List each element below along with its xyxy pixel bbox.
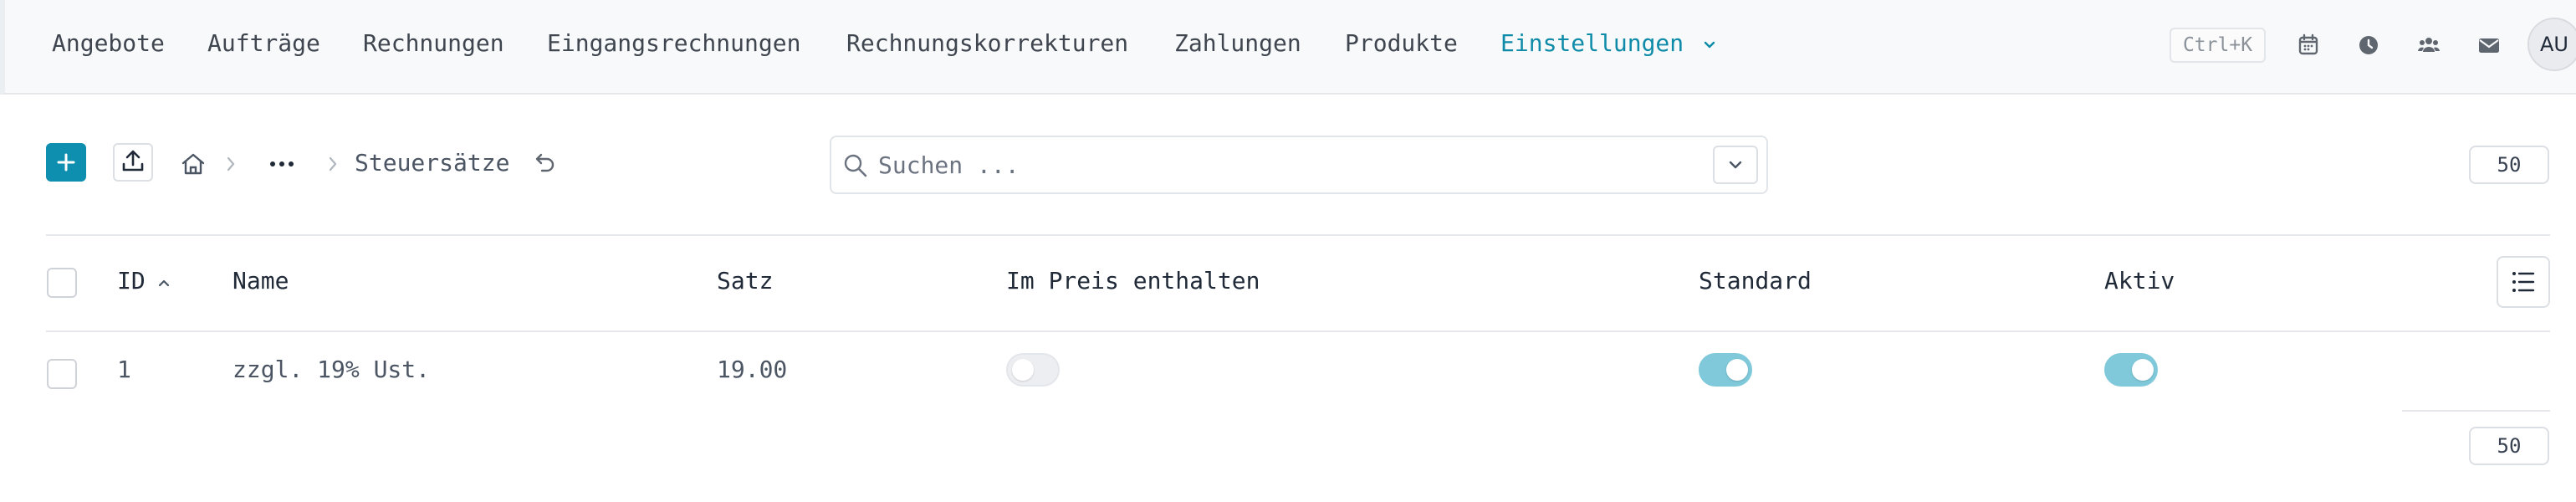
home-icon[interactable] [179,151,207,177]
toggle-im-preis-enthalten[interactable] [1006,353,1060,387]
column-header-satz[interactable]: Satz [717,266,773,296]
toggle-knob [2132,359,2154,381]
upload-icon [122,150,144,172]
user-avatar[interactable]: AU [2527,18,2576,71]
column-settings-button[interactable] [2497,256,2550,308]
chevron-down-icon [1729,161,1742,169]
calendar-icon[interactable] [2295,32,2322,59]
column-header-name[interactable]: Name [233,266,289,296]
add-button[interactable] [46,143,86,182]
divider [2402,410,2550,412]
clock-icon[interactable] [2355,32,2382,59]
toggle-standard[interactable] [1699,353,1752,387]
select-all-checkbox[interactable] [47,268,77,298]
footer-page-size-select[interactable]: 50 [2469,427,2549,465]
nav-item-zahlungen[interactable]: Zahlungen [1174,27,1301,60]
row-checkbox[interactable] [47,359,77,389]
nav-item-einstellungen[interactable]: Einstellungen [1500,27,1684,60]
mail-icon[interactable] [2476,32,2502,59]
nav-item-eingangsrechnungen[interactable]: Eingangsrechnungen [547,27,800,60]
divider [46,330,2550,332]
column-header-aktiv[interactable]: Aktiv [2104,266,2175,296]
cell-id: 1 [117,356,131,383]
list-icon [2512,272,2535,292]
chevron-right-icon [329,156,337,172]
ellipsis-icon[interactable] [266,154,298,174]
users-icon[interactable] [2415,32,2442,59]
toggle-knob [1726,359,1748,381]
plus-icon [57,153,75,172]
nav-item-produkte[interactable]: Produkte [1345,27,1458,60]
command-palette-shortcut[interactable]: Ctrl+K [2170,28,2266,63]
column-header-id[interactable]: ID [117,266,146,296]
upload-button[interactable] [113,143,153,182]
cell-satz: 19.00 [717,356,788,383]
search-input[interactable] [878,149,1681,181]
toggle-aktiv[interactable] [2104,353,2158,387]
page-size-select[interactable]: 50 [2469,146,2549,184]
column-header-im-preis-enthalten[interactable]: Im Preis enthalten [1006,266,1260,296]
column-header-standard[interactable]: Standard [1699,266,1812,296]
search-icon [844,154,867,177]
undo-icon[interactable] [530,149,559,177]
toggle-knob [1012,359,1034,381]
chevron-down-icon[interactable] [1701,37,1718,54]
search-options-dropdown[interactable] [1713,146,1758,184]
top-navigation: Angebote Aufträge Rechnungen Eingangsrec… [0,0,2576,95]
nav-item-rechnungskorrekturen[interactable]: Rechnungskorrekturen [846,27,1128,60]
breadcrumb-current: Steuersätze [355,149,510,177]
nav-item-auftraege[interactable]: Aufträge [207,27,320,60]
search-bar [830,136,1768,194]
nav-item-angebote[interactable]: Angebote [52,27,165,60]
cell-name[interactable]: zzgl. 19% Ust. [233,355,430,385]
divider [46,234,2550,236]
nav-item-rechnungen[interactable]: Rechnungen [363,27,504,60]
chevron-right-icon [227,156,235,172]
sort-ascending-icon[interactable] [156,274,172,291]
